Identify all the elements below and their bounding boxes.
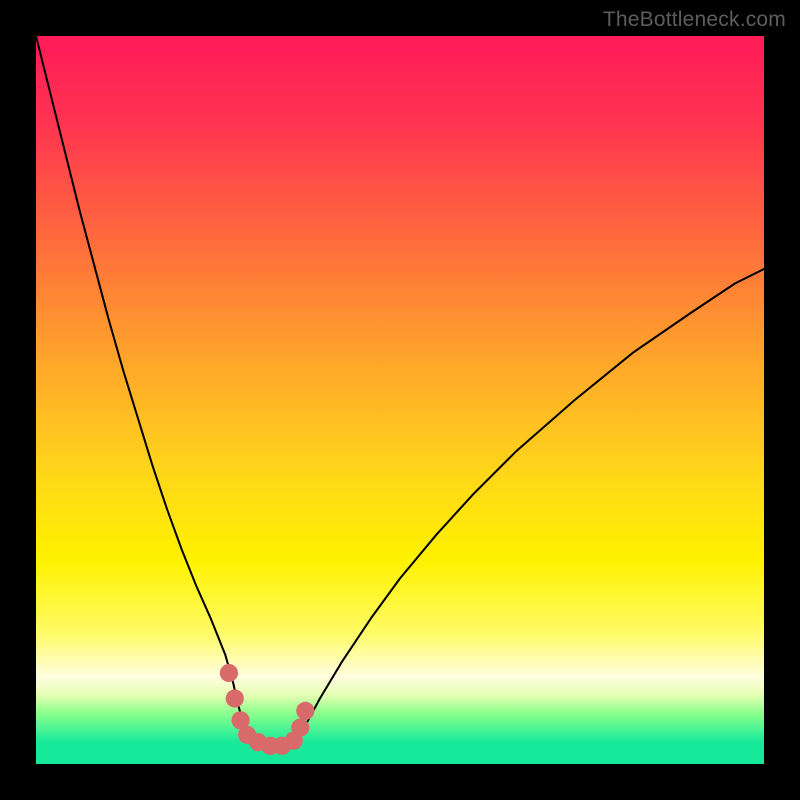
plot-area xyxy=(36,36,764,764)
curve-marker xyxy=(226,689,244,707)
highlighted-points xyxy=(220,664,315,755)
curve-marker xyxy=(291,719,309,737)
curve-marker xyxy=(220,664,238,682)
outer-frame: TheBottleneck.com xyxy=(0,0,800,800)
bottleneck-curve xyxy=(36,36,764,764)
curve-marker xyxy=(296,702,314,720)
attribution-text: TheBottleneck.com xyxy=(603,8,786,32)
